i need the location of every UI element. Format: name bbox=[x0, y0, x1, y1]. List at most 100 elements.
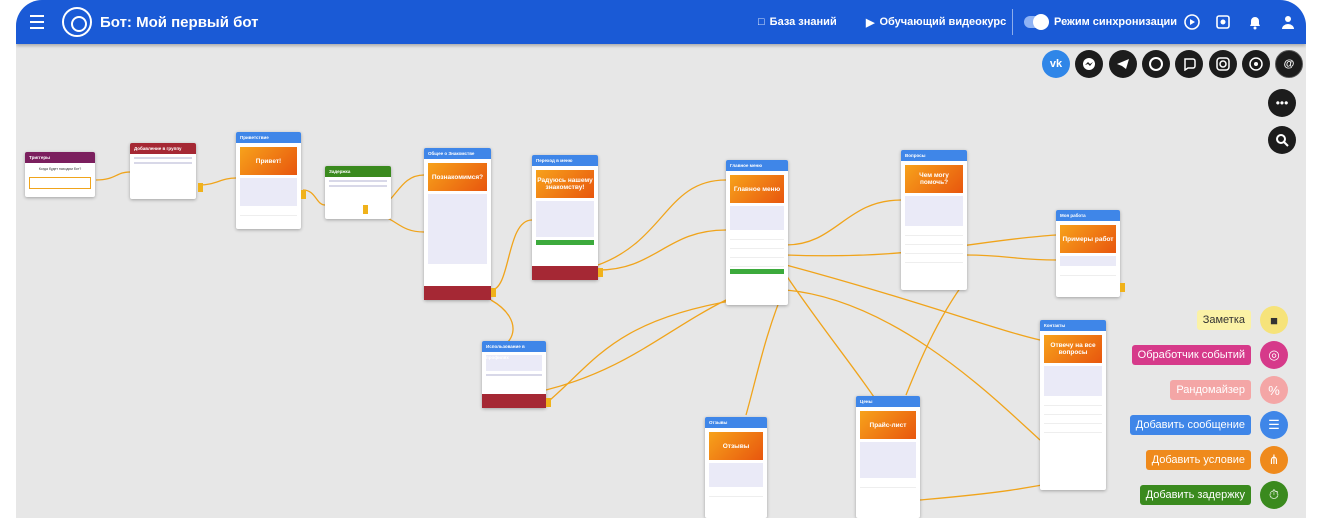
flow-node-main-menu[interactable]: Главное меню Главное меню bbox=[726, 160, 788, 305]
node-banner: Отзывы bbox=[709, 432, 763, 460]
node-text bbox=[240, 178, 297, 206]
connector-port[interactable] bbox=[198, 183, 203, 192]
flow-node-questions[interactable]: Вопросы Чем могу помочь? bbox=[901, 150, 967, 290]
node-text bbox=[730, 206, 784, 230]
connector-port[interactable] bbox=[1120, 283, 1125, 292]
vk-icon[interactable]: vk bbox=[1042, 50, 1070, 78]
add-condition-tool[interactable]: Добавить условие ⋔ bbox=[1145, 446, 1288, 474]
connector-port[interactable] bbox=[546, 398, 551, 407]
connector-port[interactable] bbox=[491, 288, 496, 297]
sync-mode-toggle[interactable]: Режим синхронизации bbox=[1024, 0, 1177, 44]
whatsapp-icon[interactable] bbox=[1242, 50, 1270, 78]
node-button[interactable] bbox=[730, 251, 784, 258]
randomizer-label: Рандомайзер bbox=[1170, 380, 1251, 400]
node-button[interactable] bbox=[709, 490, 763, 497]
node-text bbox=[486, 374, 542, 376]
flow-node-triggers[interactable]: Триггеры Когда будет находим бот? bbox=[25, 152, 95, 197]
settings-icon[interactable] bbox=[1213, 12, 1233, 32]
connector-port[interactable] bbox=[363, 205, 368, 214]
node-header: Моя работа bbox=[1056, 210, 1120, 221]
node-button[interactable] bbox=[860, 481, 916, 488]
add-delay-label: Добавить задержку bbox=[1139, 485, 1251, 505]
knowledge-base-link[interactable]: □ База знаний bbox=[758, 0, 837, 44]
flow-node-reviews[interactable]: Отзывы Отзывы bbox=[705, 417, 767, 518]
top-bar: Бот: Мой первый бот □ База знаний ▶ Обуч… bbox=[16, 0, 1306, 44]
node-header: Отзывы bbox=[705, 417, 767, 428]
viber-icon[interactable] bbox=[1175, 50, 1203, 78]
node-question: Когда будет находим бот? bbox=[38, 167, 82, 171]
instagram-icon[interactable] bbox=[1209, 50, 1237, 78]
flow-node-profiles[interactable]: Использование в профилях bbox=[482, 341, 546, 408]
node-header: Вопросы bbox=[901, 150, 967, 161]
add-message-tool[interactable]: Добавить сообщение ☰ bbox=[1129, 411, 1288, 439]
node-green-button[interactable] bbox=[536, 240, 594, 245]
target-icon[interactable]: ◎ bbox=[1260, 341, 1288, 369]
node-text bbox=[905, 196, 963, 226]
add-message-label: Добавить сообщение bbox=[1129, 415, 1251, 435]
flow-node-add-to-group[interactable]: Добавление в группу bbox=[130, 143, 196, 199]
sync-mode-label: Режим синхронизации bbox=[1054, 16, 1178, 28]
node-banner: Чем могу помочь? bbox=[905, 165, 963, 193]
email-icon[interactable]: @ bbox=[1275, 50, 1303, 78]
flow-node-portfolio[interactable]: Моя работа Примеры работ bbox=[1056, 210, 1120, 297]
node-button[interactable] bbox=[240, 209, 297, 216]
fork-icon[interactable]: ⋔ bbox=[1260, 446, 1288, 474]
flow-node-delay[interactable]: Задержка bbox=[325, 166, 391, 219]
add-delay-tool[interactable]: Добавить задержку ⏱ bbox=[1139, 481, 1288, 509]
node-button[interactable] bbox=[1044, 399, 1102, 406]
node-banner: Привет! bbox=[240, 147, 297, 175]
event-handler-tool[interactable]: Обработчик событий ◎ bbox=[1131, 341, 1288, 369]
toggle-switch[interactable] bbox=[1024, 14, 1049, 30]
youtube-icon: ▶ bbox=[866, 16, 875, 29]
chat-icon[interactable] bbox=[1142, 50, 1170, 78]
node-green-button[interactable] bbox=[730, 269, 784, 274]
note-icon[interactable]: ■ bbox=[1260, 306, 1288, 334]
play-icon[interactable] bbox=[1182, 12, 1202, 32]
node-button[interactable] bbox=[1060, 269, 1116, 276]
node-text bbox=[134, 157, 192, 159]
node-button[interactable] bbox=[905, 247, 963, 254]
randomizer-tool[interactable]: Рандомайзер % bbox=[1170, 376, 1288, 404]
page-title: Бот: Мой первый бот bbox=[100, 13, 259, 31]
add-note-tool[interactable]: Заметка ■ bbox=[1196, 306, 1288, 334]
node-text bbox=[329, 185, 387, 187]
search-icon[interactable] bbox=[1268, 126, 1296, 154]
node-header: Триггеры bbox=[25, 152, 95, 163]
event-handler-label: Обработчик событий bbox=[1131, 345, 1251, 365]
more-options-icon[interactable]: ••• bbox=[1268, 89, 1296, 117]
flow-node-contacts[interactable]: Контакты Отвечу на все вопросы bbox=[1040, 320, 1106, 490]
node-button[interactable] bbox=[730, 233, 784, 240]
node-text bbox=[1060, 256, 1116, 266]
video-course-label: Обучающий видеокурс bbox=[879, 16, 1007, 28]
node-text bbox=[1044, 366, 1102, 396]
user-icon[interactable] bbox=[1278, 12, 1298, 32]
node-text bbox=[428, 194, 487, 264]
node-button[interactable] bbox=[905, 256, 963, 263]
message-icon[interactable]: ☰ bbox=[1260, 411, 1288, 439]
telegram-icon[interactable] bbox=[1109, 50, 1137, 78]
node-button[interactable] bbox=[905, 229, 963, 236]
node-button[interactable] bbox=[905, 238, 963, 245]
flow-node-greeting[interactable]: Приветствие Привет! bbox=[236, 132, 301, 229]
node-text bbox=[536, 201, 594, 237]
connector-port[interactable] bbox=[301, 190, 306, 199]
flow-node-to-menu[interactable]: Переход в меню Радуюсь нашему знакомству… bbox=[532, 155, 598, 280]
video-course-link[interactable]: ▶ Обучающий видеокурс bbox=[866, 0, 1006, 44]
logo-icon[interactable] bbox=[62, 7, 92, 37]
node-button[interactable] bbox=[730, 242, 784, 249]
flow-node-intro[interactable]: Общее о Знакомстве Познакомимся? bbox=[424, 148, 491, 300]
node-text bbox=[29, 177, 91, 189]
node-button[interactable] bbox=[1044, 417, 1102, 424]
node-button[interactable] bbox=[730, 260, 784, 267]
percent-icon[interactable]: % bbox=[1260, 376, 1288, 404]
connector-port[interactable] bbox=[598, 268, 603, 277]
node-button[interactable] bbox=[1044, 408, 1102, 415]
flow-node-prices[interactable]: Цены Прайс-лист bbox=[856, 396, 920, 518]
node-header: Контакты bbox=[1040, 320, 1106, 331]
timer-icon[interactable]: ⏱ bbox=[1260, 481, 1288, 509]
bell-icon[interactable] bbox=[1245, 12, 1265, 32]
node-footer bbox=[424, 286, 491, 300]
messenger-icon[interactable] bbox=[1075, 50, 1103, 78]
menu-icon[interactable] bbox=[26, 0, 48, 44]
node-button[interactable] bbox=[1044, 426, 1102, 433]
